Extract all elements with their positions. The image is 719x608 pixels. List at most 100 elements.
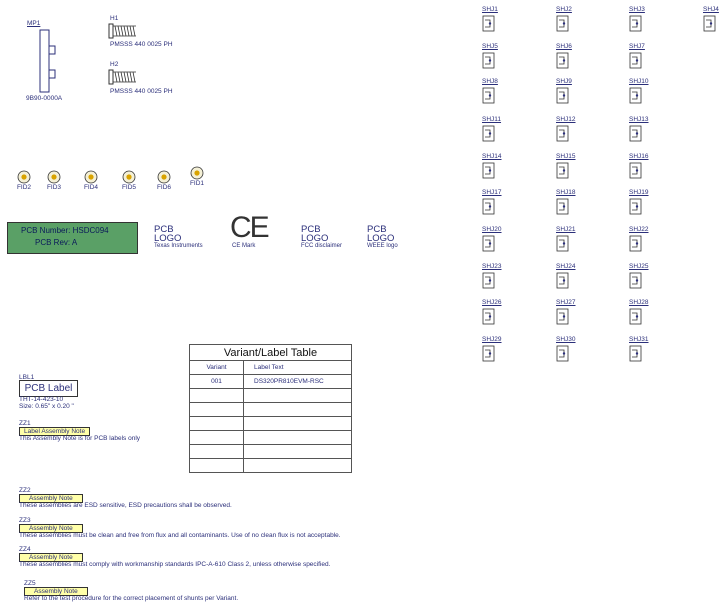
shunt-ref: SHJ25 xyxy=(629,263,649,270)
screw-icon xyxy=(108,69,136,85)
shunt-icon xyxy=(482,87,495,104)
shunt-icon xyxy=(556,308,569,325)
shunt-jumper: SHJ8 xyxy=(482,78,522,108)
col-label-header: Label Text xyxy=(243,360,352,375)
pcb-rev: A xyxy=(71,238,78,247)
fiducial: FID5 xyxy=(116,170,142,191)
shunt-jumper: SHJ5 xyxy=(482,43,522,73)
fiducial: FID1 xyxy=(184,166,210,187)
table-row xyxy=(189,458,352,473)
shunt-icon xyxy=(482,198,495,215)
fiducial: FID3 xyxy=(41,170,67,191)
shunt-jumper: SHJ1 xyxy=(482,6,522,36)
table-title: Variant/Label Table xyxy=(189,344,352,361)
shunt-icon xyxy=(482,272,495,289)
shunt-ref: SHJ9 xyxy=(556,78,572,85)
shunt-icon xyxy=(556,52,569,69)
mp1-part: 9B90-0000A xyxy=(26,95,63,102)
fiducial-ref: FID5 xyxy=(121,184,137,191)
fiducial-ref: FID6 xyxy=(156,184,172,191)
note-text: These assemblies must be clean and free … xyxy=(19,532,341,539)
shunt-jumper: SHJ18 xyxy=(556,189,596,219)
fiducial-icon xyxy=(47,170,61,184)
pcb-info-box: PCB Number: HSDC094 PCB Rev: A xyxy=(7,222,138,254)
fiducial-ref: FID3 xyxy=(46,184,62,191)
table-row xyxy=(189,388,352,403)
shunt-ref: SHJ13 xyxy=(629,116,649,123)
shunt-jumper: SHJ14 xyxy=(482,153,522,183)
shunt-icon xyxy=(482,345,495,362)
logo-texas-instruments: PCB LOGO Texas Instruments xyxy=(154,225,203,250)
shunt-jumper: SHJ28 xyxy=(629,299,669,329)
logo-weee: PCB LOGO WEEE logo xyxy=(367,225,398,250)
shunt-ref: SHJ14 xyxy=(482,153,502,160)
fiducial: FID6 xyxy=(151,170,177,191)
shunt-jumper: SHJ17 xyxy=(482,189,522,219)
table-row xyxy=(189,444,352,459)
shunt-icon xyxy=(482,235,495,252)
shunt-ref: SHJ4 xyxy=(703,6,719,13)
col-variant-header: Variant xyxy=(189,360,244,375)
shunt-jumper: SHJ9 xyxy=(556,78,596,108)
shunt-ref: SHJ7 xyxy=(629,43,645,50)
table-row xyxy=(189,430,352,445)
variant-label-table: Variant/Label Table Variant Label Text 0… xyxy=(189,344,352,473)
shunt-icon xyxy=(556,162,569,179)
note-text: These assemblies must comply with workma… xyxy=(19,561,331,568)
shunt-ref: SHJ11 xyxy=(482,116,502,123)
logo-line2: LOGO xyxy=(301,233,329,244)
shunt-ref: SHJ21 xyxy=(556,226,576,233)
shunt-icon xyxy=(629,162,642,179)
shunt-icon xyxy=(629,87,642,104)
shunt-jumper: SHJ13 xyxy=(629,116,669,146)
shunt-ref: SHJ26 xyxy=(482,299,502,306)
shunt-jumper: SHJ29 xyxy=(482,336,522,366)
shunt-icon xyxy=(556,87,569,104)
screw-part-1: PMSSS 440 0025 PH xyxy=(110,41,173,48)
logo-ce-mark: CE CE Mark xyxy=(230,211,270,250)
shunt-ref: SHJ17 xyxy=(482,189,502,196)
shunt-icon xyxy=(629,235,642,252)
shunt-jumper: SHJ19 xyxy=(629,189,669,219)
shunt-jumper: SHJ15 xyxy=(556,153,596,183)
fiducial-icon xyxy=(190,166,204,180)
shunt-jumper: SHJ25 xyxy=(629,263,669,293)
shunt-ref: SHJ8 xyxy=(482,78,498,85)
shunt-icon xyxy=(482,162,495,179)
screw-icon xyxy=(108,23,136,39)
shunt-jumper: SHJ24 xyxy=(556,263,596,293)
logo-line2: LOGO xyxy=(154,233,182,244)
shunt-icon xyxy=(629,345,642,362)
shunt-ref: SHJ6 xyxy=(556,43,572,50)
table-row: 001 DS320PR810EVM-RSC xyxy=(189,374,352,389)
shunt-ref: SHJ23 xyxy=(482,263,502,270)
shunt-jumper: SHJ30 xyxy=(556,336,596,366)
note-text: Refer to the test procedure for the corr… xyxy=(24,595,239,602)
shunt-ref: SHJ12 xyxy=(556,116,576,123)
shunt-icon xyxy=(556,15,569,32)
shunt-icon xyxy=(556,235,569,252)
table-row xyxy=(189,402,352,417)
shunt-icon xyxy=(556,125,569,142)
note-ref: ZZ1 xyxy=(19,420,31,427)
fiducial-ref: FID2 xyxy=(16,184,32,191)
shunt-ref: SHJ18 xyxy=(556,189,576,196)
shunt-ref: SHJ16 xyxy=(629,153,649,160)
shunt-jumper: SHJ23 xyxy=(482,263,522,293)
fiducial-icon xyxy=(157,170,171,184)
shunt-jumper: SHJ21 xyxy=(556,226,596,256)
shunt-ref: SHJ1 xyxy=(482,6,498,13)
mp1-bracket-symbol xyxy=(39,29,56,93)
fiducial: FID2 xyxy=(11,170,37,191)
shunt-jumper: SHJ3 xyxy=(629,6,669,36)
label-text-cell: DS320PR810EVM-RSC xyxy=(243,374,352,389)
logo-caption: CE Mark xyxy=(232,243,256,249)
shunt-icon xyxy=(482,308,495,325)
ce-mark-icon: CE xyxy=(230,211,270,244)
shunt-icon xyxy=(556,345,569,362)
shunt-jumper: SHJ22 xyxy=(629,226,669,256)
shunt-ref: SHJ5 xyxy=(482,43,498,50)
shunt-ref: SHJ28 xyxy=(629,299,649,306)
note-ref: ZZ4 xyxy=(19,546,31,553)
shunt-ref: SHJ30 xyxy=(556,336,576,343)
